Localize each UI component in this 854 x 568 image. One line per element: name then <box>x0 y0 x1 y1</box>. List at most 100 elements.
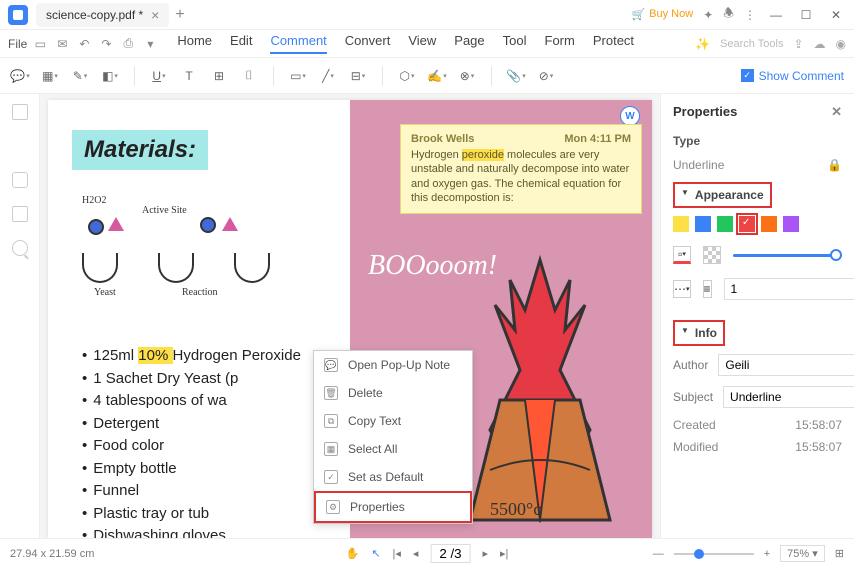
compare-tool-icon[interactable]: ⊗▾ <box>457 66 477 86</box>
search-tools[interactable]: Search Tools <box>720 38 783 50</box>
select-tool-icon[interactable]: ↖ <box>371 547 380 560</box>
search-panel-icon[interactable] <box>12 240 28 256</box>
thumbnail-panel-icon[interactable] <box>12 104 28 120</box>
attachment-panel-icon[interactable] <box>12 206 28 222</box>
ctx-select-all[interactable]: ▦Select All <box>314 435 472 463</box>
ctx-open-popup[interactable]: 💬Open Pop-Up Note <box>314 351 472 379</box>
swatch-red[interactable] <box>739 216 755 232</box>
hide-tool-icon[interactable]: ⊘▾ <box>536 66 556 86</box>
document-canvas[interactable]: Materials: H2O2 Active Site Yeast Reacti… <box>40 94 660 538</box>
modified-label: Modified <box>673 440 718 454</box>
page-input[interactable] <box>430 544 470 563</box>
ctx-properties[interactable]: ⚙Properties <box>314 491 472 523</box>
lock-icon[interactable]: 🔒 <box>827 158 842 172</box>
minimize-button[interactable]: — <box>766 5 786 25</box>
maximize-button[interactable]: ☐ <box>796 5 816 25</box>
attach-tool-icon[interactable]: 📎▾ <box>506 66 526 86</box>
swatch-green[interactable] <box>717 216 733 232</box>
ctx-delete[interactable]: 🗑Delete <box>314 379 472 407</box>
fit-page-icon[interactable]: ⊞ <box>835 547 844 560</box>
print-icon[interactable]: ⎙ <box>121 37 135 51</box>
list-item: •1 Sachet Dry Yeast (p <box>82 368 301 391</box>
kebab-icon[interactable]: ⋮ <box>744 8 756 22</box>
color-swatches <box>673 216 842 232</box>
underline-tool-icon[interactable]: U▾ <box>149 66 169 86</box>
callout-tool-icon[interactable]: ⌷ <box>239 66 259 86</box>
show-comment-checkbox[interactable]: ✓ <box>741 69 754 82</box>
ai-icon[interactable]: ◉ <box>836 37 846 51</box>
swatch-yellow[interactable] <box>673 216 689 232</box>
properties-title: Properties <box>673 104 737 120</box>
chevron-down-icon[interactable]: ▼ <box>681 326 689 340</box>
menu-protect[interactable]: Protect <box>593 33 634 54</box>
opacity-button[interactable] <box>703 246 721 264</box>
temperature-label: 5500°c <box>490 499 541 520</box>
save-icon[interactable]: ▭ <box>33 37 47 51</box>
subject-input[interactable] <box>723 386 854 408</box>
close-icon[interactable]: × <box>151 7 159 23</box>
menu-page[interactable]: Page <box>454 33 484 54</box>
menu-convert[interactable]: Convert <box>345 33 391 54</box>
next-page-icon[interactable]: ▸ <box>482 547 488 560</box>
bell-icon[interactable]: 🕭 <box>723 4 734 25</box>
hand-tool-icon[interactable]: ✋ <box>346 547 360 560</box>
rect-tool-icon[interactable]: ▭▾ <box>288 66 308 86</box>
fill-color-button[interactable]: ▫▾ <box>673 246 691 264</box>
thickness-input[interactable] <box>724 278 854 300</box>
note-tool-icon[interactable]: 💬▾ <box>10 66 30 86</box>
last-page-icon[interactable]: ▸| <box>500 547 508 560</box>
comment-popup[interactable]: Brook Wells Mon 4:11 PM Hydrogen peroxid… <box>400 124 642 214</box>
new-tab-button[interactable]: + <box>175 6 184 24</box>
list-item: •4 tablespoons of wa <box>82 390 301 413</box>
opacity-slider[interactable] <box>733 254 842 257</box>
eraser-tool-icon[interactable]: ◧▾ <box>100 66 120 86</box>
signature-tool-icon[interactable]: ✍▾ <box>427 66 447 86</box>
chevron-down-icon[interactable]: ▾ <box>143 37 157 51</box>
menu-form[interactable]: Form <box>545 33 575 54</box>
textbox-tool-icon[interactable]: ⊞ <box>209 66 229 86</box>
menu-comment[interactable]: Comment <box>270 33 326 54</box>
list-item: •Detergent <box>82 413 301 436</box>
zoom-value[interactable]: 75% ▾ <box>780 545 825 562</box>
ctx-copy[interactable]: ⧉Copy Text <box>314 407 472 435</box>
undo-icon[interactable]: ↶ <box>77 37 91 51</box>
measure-tool-icon[interactable]: ⊟▾ <box>348 66 368 86</box>
line-tool-icon[interactable]: ╱▾ <box>318 66 338 86</box>
gift-icon[interactable]: ✦ <box>703 8 713 22</box>
swatch-blue[interactable] <box>695 216 711 232</box>
share-icon[interactable]: ⇪ <box>793 37 803 51</box>
comment-panel-icon[interactable] <box>12 172 28 188</box>
stamp-tool-icon[interactable]: ⬡▾ <box>397 66 417 86</box>
menu-tool[interactable]: Tool <box>503 33 527 54</box>
line-style-button[interactable]: ⋯▾ <box>673 280 691 298</box>
ctx-set-default[interactable]: ✓Set as Default <box>314 463 472 491</box>
highlight-tool-icon[interactable]: ▦▾ <box>40 66 60 86</box>
pencil-tool-icon[interactable]: ✎▾ <box>70 66 90 86</box>
menu-home[interactable]: Home <box>177 33 212 54</box>
file-menu[interactable]: File <box>8 37 27 51</box>
swatch-purple[interactable] <box>783 216 799 232</box>
bookmark-panel-icon[interactable] <box>13 138 27 154</box>
buy-now-link[interactable]: 🛒 Buy Now <box>631 8 693 21</box>
cloud-icon[interactable]: ☁ <box>814 37 826 51</box>
prev-page-icon[interactable]: ◂ <box>413 547 419 560</box>
sparkle-icon[interactable]: ✨ <box>695 37 710 51</box>
created-label: Created <box>673 418 716 432</box>
swatch-orange[interactable] <box>761 216 777 232</box>
close-button[interactable]: ✕ <box>826 5 846 25</box>
modified-value: 15:58:07 <box>795 440 842 454</box>
line-weight-button[interactable]: ≡ <box>703 280 712 298</box>
text-tool-icon[interactable]: T <box>179 66 199 86</box>
document-tab[interactable]: science-copy.pdf * × <box>36 3 169 27</box>
close-icon[interactable]: ✕ <box>831 104 842 120</box>
menu-edit[interactable]: Edit <box>230 33 252 54</box>
zoom-out-icon[interactable]: — <box>653 548 664 560</box>
menu-view[interactable]: View <box>408 33 436 54</box>
first-page-icon[interactable]: |◂ <box>393 547 401 560</box>
zoom-slider[interactable] <box>674 553 754 555</box>
redo-icon[interactable]: ↷ <box>99 37 113 51</box>
mail-icon[interactable]: ✉ <box>55 37 69 51</box>
zoom-in-icon[interactable]: + <box>764 548 770 560</box>
author-input[interactable] <box>718 354 854 376</box>
chevron-down-icon[interactable]: ▼ <box>681 188 689 202</box>
